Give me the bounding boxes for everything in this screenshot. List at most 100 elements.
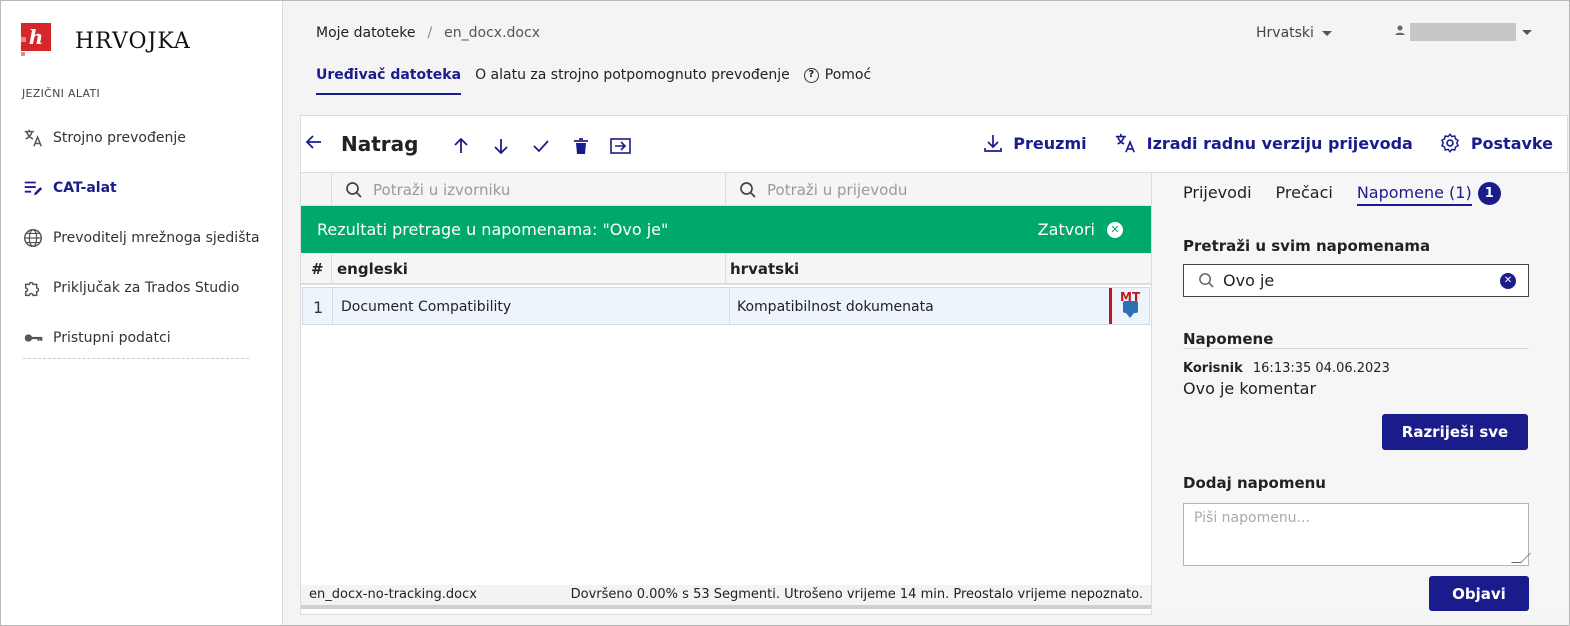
note-author: Korisnik <box>1183 361 1243 376</box>
status-progress: Dovršeno 0.00% s 53 Segmenti. Utrošeno v… <box>570 587 1143 602</box>
tab-about-cat[interactable]: O alatu za strojno potpomognuto prevođen… <box>475 67 790 93</box>
close-icon: ✕ <box>1107 221 1123 238</box>
add-note-placeholder: Piši napomenu... <box>1194 510 1310 526</box>
clear-search-icon[interactable]: ✕ <box>1500 273 1516 289</box>
check-icon[interactable] <box>529 134 553 158</box>
panel-tabs: Prijevodi Prečaci Napomene (1) 1 <box>1183 182 1501 206</box>
arrow-up-icon[interactable] <box>449 134 473 158</box>
sidebar-item-label: Prevoditelj mrežnoga sjedišta <box>53 230 260 246</box>
publish-button[interactable]: Objavi <box>1429 576 1529 611</box>
divider <box>23 358 249 359</box>
divider <box>331 173 332 206</box>
globe-icon <box>21 226 45 250</box>
grid-search-row: Potraži u izvorniku Potraži u prijevodu <box>301 173 1151 206</box>
source-search-input[interactable]: Potraži u izvorniku <box>345 173 715 206</box>
language-label: Hrvatski <box>1256 25 1314 41</box>
sidebar-item-label: Strojno prevođenje <box>53 130 186 146</box>
language-select[interactable]: Hrvatski <box>1256 25 1332 41</box>
editor-actions: Preuzmi Izradi radnu verziju prijevoda P… <box>957 132 1553 154</box>
note-text: Ovo je komentar <box>1183 379 1317 398</box>
banner-text: Rezultati pretrage u napomenama: "Ovo je… <box>317 220 669 239</box>
breadcrumb-root[interactable]: Moje datoteke <box>316 25 415 41</box>
tab-file-editor[interactable]: Uređivač datoteka <box>316 67 462 95</box>
banner-close-button[interactable]: Zatvori ✕ <box>1038 220 1123 239</box>
logo[interactable]: h HRVOJKA <box>21 23 191 59</box>
segment-number: 1 <box>313 298 324 317</box>
note-meta: Korisnik 16:13:35 04.06.2023 <box>1183 361 1390 376</box>
user-name-redacted <box>1410 23 1516 41</box>
settings-label: Postavke <box>1470 133 1553 153</box>
resize-handle-icon[interactable] <box>1511 553 1531 563</box>
col-number-header: # <box>311 260 324 278</box>
breadcrumb-current: en_docx.docx <box>444 25 540 41</box>
add-note-field[interactable]: Piši napomenu... <box>1183 503 1531 566</box>
notes-count-badge: 1 <box>1477 182 1501 205</box>
logo-mark: h <box>21 23 67 59</box>
user-icon <box>1394 24 1406 40</box>
chevron-down-icon <box>1522 29 1532 35</box>
divider <box>729 288 730 324</box>
draft-translation-label: Izradi radnu verziju prijevoda <box>1146 133 1413 153</box>
editor-card: Natrag Preuzmi Izradi radnu verziju prij… <box>300 115 1569 615</box>
note-timestamp: 16:13:35 04.06.2023 <box>1252 361 1390 376</box>
sidebar-item-label: Pristupni podatci <box>53 330 171 346</box>
tab-notes[interactable]: Napomene (1) <box>1356 183 1472 206</box>
search-icon <box>739 181 757 199</box>
tab-help[interactable]: ? Pomoć <box>803 67 872 93</box>
breadcrumb-separator: / <box>427 25 433 41</box>
segment-source[interactable]: Document Compatibility <box>341 299 511 315</box>
sidebar-item-trados-plugin[interactable]: Priključak za Trados Studio <box>21 263 261 313</box>
translate-icon <box>1113 132 1137 154</box>
header-tabs: Uređivač datoteka O alatu za strojno pot… <box>316 67 885 95</box>
segment-tools <box>449 134 649 158</box>
draft-translation-button[interactable]: Izradi radnu verziju prijevoda <box>1113 132 1413 154</box>
user-menu[interactable] <box>1394 23 1532 41</box>
sidebar-nav: Strojno prevođenje CAT-alat Prevoditelj … <box>21 113 261 363</box>
divider <box>725 253 726 285</box>
resolve-all-button[interactable]: Razriješi sve <box>1382 414 1528 450</box>
sidebar-item-label: Priključak za Trados Studio <box>53 280 240 296</box>
sidebar: h HRVOJKA JEZIČNI ALATI Strojno prevođen… <box>1 1 283 625</box>
download-icon <box>983 133 1003 153</box>
breadcrumb: Moje datoteke / en_docx.docx <box>316 25 540 41</box>
sidebar-item-web-translator[interactable]: Prevoditelj mrežnoga sjedišta <box>21 213 261 263</box>
brand-name: HRVOJKA <box>75 28 191 54</box>
target-search-input[interactable]: Potraži u prijevodu <box>739 173 1139 206</box>
target-search-placeholder: Potraži u prijevodu <box>767 180 908 199</box>
banner-close-label: Zatvori <box>1037 220 1095 239</box>
tab-help-label: Pomoć <box>824 67 872 83</box>
search-icon <box>1198 272 1215 289</box>
key-icon <box>21 326 45 350</box>
arrow-down-icon[interactable] <box>489 134 513 158</box>
horizontal-scrollbar[interactable] <box>301 605 1151 609</box>
trash-icon[interactable] <box>569 134 593 158</box>
notes-heading: Napomene <box>1183 330 1274 348</box>
segment-target[interactable]: Kompatibilnost dokumenata <box>737 299 934 315</box>
comment-icon <box>1123 301 1138 318</box>
back-button[interactable]: Natrag <box>305 132 418 156</box>
editor-toolbar: Natrag Preuzmi Izradi radnu verziju prij… <box>301 116 1569 173</box>
notes-panel: Prijevodi Prečaci Napomene (1) 1 Pretraž… <box>1151 173 1568 615</box>
search-notes-heading: Pretraži u svim napomenama <box>1183 237 1431 255</box>
divider <box>331 253 332 285</box>
section-label: JEZIČNI ALATI <box>22 87 101 100</box>
table-row[interactable]: 1 Document Compatibility Kompatibilnost … <box>302 287 1150 325</box>
notes-search-value: Ovo je <box>1223 271 1275 290</box>
sidebar-item-machine-translation[interactable]: Strojno prevođenje <box>21 113 261 163</box>
export-icon[interactable] <box>609 134 633 158</box>
sidebar-item-cat-tool[interactable]: CAT-alat <box>21 163 261 213</box>
download-button[interactable]: Preuzmi <box>983 133 1087 153</box>
divider <box>332 288 333 324</box>
mt-status[interactable]: MT <box>1109 288 1151 324</box>
grid-header: # engleski hrvatski <box>301 253 1151 285</box>
col-source-header: engleski <box>337 260 408 278</box>
chevron-down-icon <box>1321 30 1332 36</box>
tab-translations[interactable]: Prijevodi <box>1183 183 1252 206</box>
back-label: Natrag <box>341 132 419 156</box>
tab-shortcuts[interactable]: Prečaci <box>1276 183 1333 206</box>
sidebar-item-access-data[interactable]: Pristupni podatci <box>21 313 261 363</box>
divider <box>725 173 726 206</box>
arrow-left-icon <box>305 133 323 155</box>
settings-button[interactable]: Postavke <box>1439 132 1553 154</box>
notes-search-input[interactable]: Ovo je ✕ <box>1183 264 1529 297</box>
